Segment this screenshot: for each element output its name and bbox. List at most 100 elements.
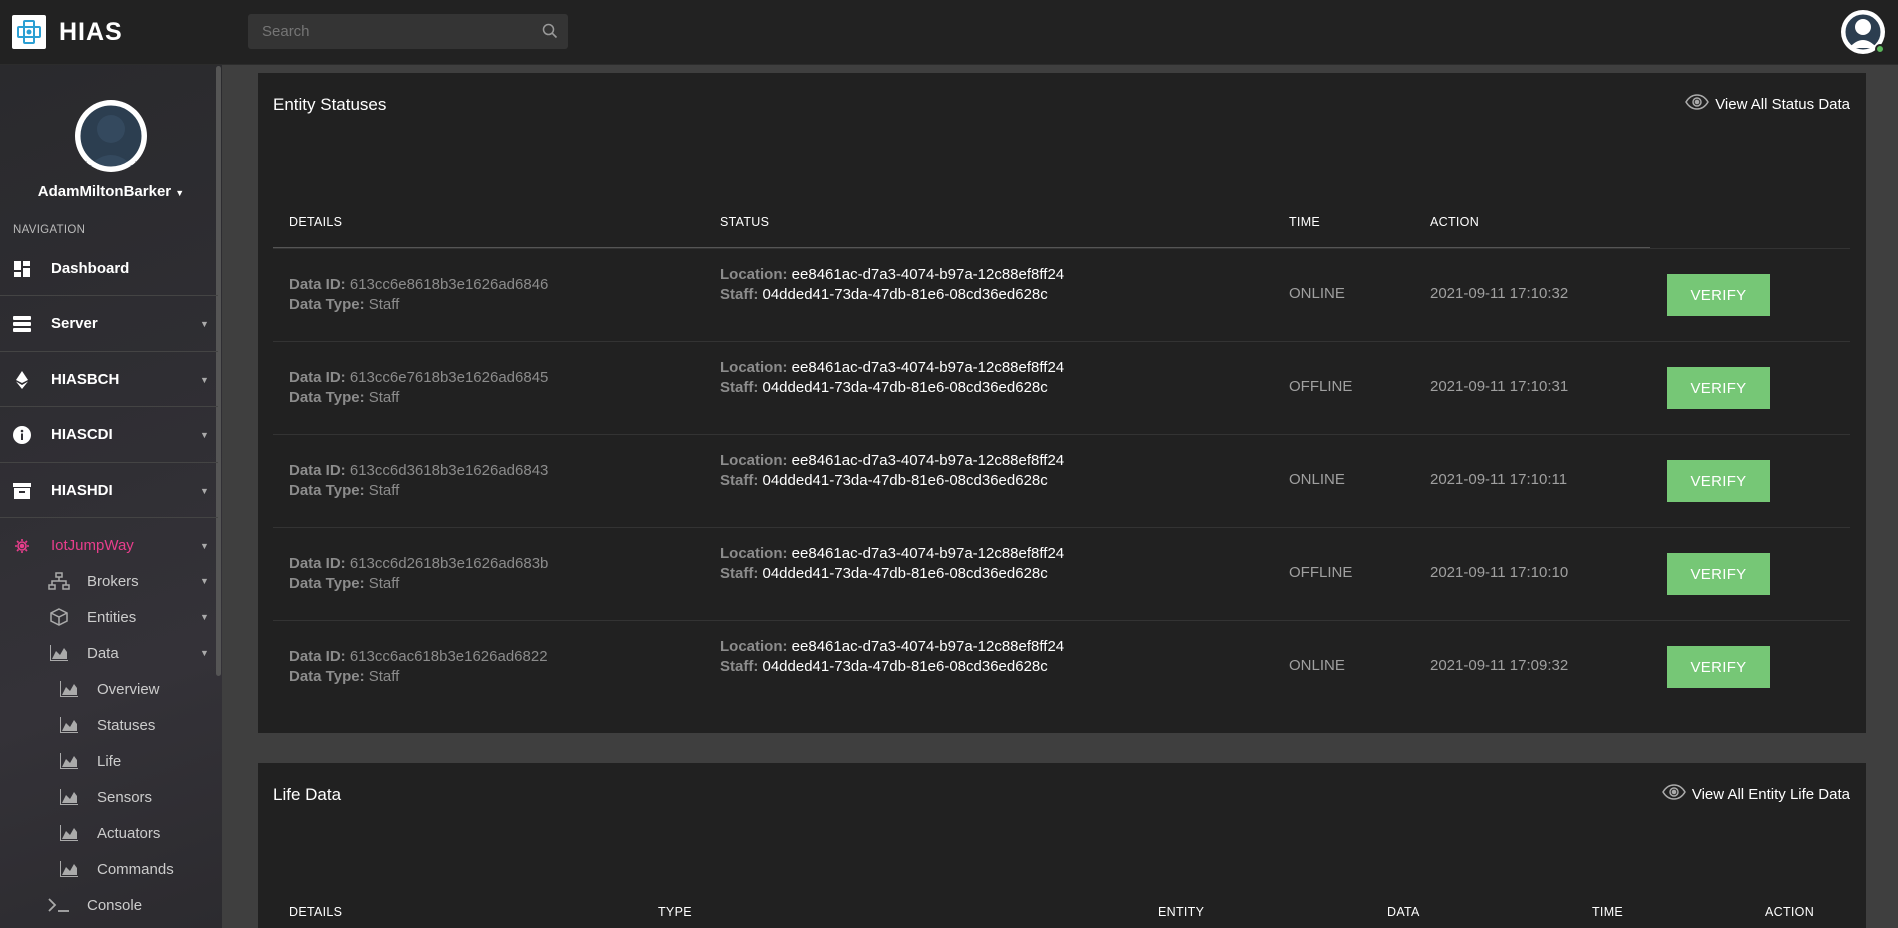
chevron-down-icon: ▼: [200, 648, 209, 658]
sidebar-subitem-sensors[interactable]: Sensors: [0, 779, 218, 815]
data-type-value: Staff: [368, 389, 400, 406]
sidebar-subitem-overview[interactable]: Overview: [0, 671, 218, 707]
eye-icon: [1661, 784, 1686, 804]
staff-value: 04dded41-73da-47db-81e6-08cd36ed628c: [762, 472, 1048, 489]
sidebar-item-label: IotJumpWay: [51, 537, 134, 554]
status-value: ONLINE: [1289, 285, 1345, 302]
view-all-status-label: View All Status Data: [1715, 95, 1850, 113]
data-id-label: Data ID:: [289, 462, 346, 479]
row-status-details: Location: ee8461ac-d7a3-4074-b97a-12c88e…: [720, 358, 1064, 398]
sidebar-subitem-life[interactable]: Life: [0, 743, 218, 779]
hias-logo[interactable]: [12, 15, 46, 49]
data-id-value: 613cc6e8618b3e1626ad6846: [349, 276, 549, 293]
verify-button[interactable]: VERIFY: [1667, 646, 1770, 688]
data-id-label: Data ID:: [289, 648, 346, 665]
column-header-time: TIME: [1289, 215, 1321, 229]
terminal-icon: [48, 896, 70, 914]
staff-value: 04dded41-73da-47db-81e6-08cd36ed628c: [762, 379, 1048, 396]
sitemap-icon: [48, 572, 70, 590]
sidebar-item-hiashdi[interactable]: HIASHDI ▼: [0, 463, 218, 518]
sidebar-subitem-console[interactable]: Console: [0, 887, 218, 923]
chip-icon: [12, 536, 32, 556]
column-header-status: STATUS: [720, 215, 770, 229]
chevron-down-icon: ▼: [200, 318, 209, 329]
verify-button[interactable]: VERIFY: [1667, 460, 1770, 502]
sidebar-subitem-data[interactable]: Data ▼: [0, 635, 218, 671]
view-all-life-label: View All Entity Life Data: [1691, 785, 1850, 803]
sidebar: AdamMiltonBarker ▼ NAVIGATION Dashboard …: [0, 65, 222, 928]
sidebar-item-hiascdi[interactable]: HIASCDI ▼: [0, 407, 218, 462]
location-value: ee8461ac-d7a3-4074-b97a-12c88ef8ff24: [791, 452, 1065, 469]
location-label: Location:: [720, 266, 788, 283]
data-type-value: Staff: [368, 668, 400, 685]
column-header-entity: ENTITY: [1158, 905, 1205, 919]
staff-value: 04dded41-73da-47db-81e6-08cd36ed628c: [762, 286, 1048, 303]
sidebar-subitem-entities[interactable]: Entities ▼: [0, 599, 218, 635]
view-all-life-link[interactable]: View All Entity Life Data: [1661, 784, 1850, 804]
row-details: Data ID: 613cc6d2618b3e1626ad683b Data T…: [289, 554, 548, 594]
staff-value: 04dded41-73da-47db-81e6-08cd36ed628c: [762, 565, 1048, 582]
sidebar-item-dashboard[interactable]: Dashboard: [0, 241, 218, 296]
sidebar-item-label: Console: [87, 896, 143, 914]
location-value: ee8461ac-d7a3-4074-b97a-12c88ef8ff24: [791, 359, 1065, 376]
panel-title: Life Data: [273, 785, 342, 804]
data-id-label: Data ID:: [289, 369, 346, 386]
column-header-type: TYPE: [658, 905, 692, 919]
view-all-status-link[interactable]: View All Status Data: [1685, 94, 1850, 114]
row-details: Data ID: 613cc6d3618b3e1626ad6843 Data T…: [289, 461, 548, 501]
data-type-value: Staff: [368, 482, 400, 499]
chevron-down-icon: ▼: [200, 540, 209, 551]
data-type-value: Staff: [368, 575, 400, 592]
brand-name[interactable]: HIAS: [59, 18, 123, 47]
sidebar-item-label: Actuators: [97, 824, 161, 842]
location-value: ee8461ac-d7a3-4074-b97a-12c88ef8ff24: [791, 266, 1065, 283]
sidebar-item-label: HIASCDI: [51, 426, 113, 443]
sidebar-item-hiasbch[interactable]: HIASBCH ▼: [0, 352, 218, 407]
profile-name-dropdown[interactable]: AdamMiltonBarker ▼: [0, 183, 222, 200]
verify-button[interactable]: VERIFY: [1667, 367, 1770, 409]
top-bar: HIAS: [0, 0, 1898, 65]
data-id-label: Data ID:: [289, 555, 346, 572]
staff-label: Staff:: [720, 658, 759, 675]
column-header-details: DETAILS: [289, 905, 343, 919]
table-row: Data ID: 613cc6ac618b3e1626ad6822 Data T…: [273, 620, 1850, 713]
search-input[interactable]: [262, 23, 522, 40]
sidebar-subitem-commands[interactable]: Commands: [0, 851, 218, 887]
sidebar-subitem-statuses[interactable]: Statuses: [0, 707, 218, 743]
sidebar-item-label: Sensors: [97, 788, 153, 806]
status-value: ONLINE: [1289, 657, 1345, 674]
sidebar-subitem-actuators[interactable]: Actuators: [0, 815, 218, 851]
verify-button[interactable]: VERIFY: [1667, 553, 1770, 595]
time-value: 2021-09-11 17:10:31: [1430, 378, 1569, 395]
profile-avatar[interactable]: [75, 100, 147, 172]
online-status-dot: [1875, 44, 1885, 54]
sidebar-item-label: Statuses: [97, 716, 156, 734]
verify-button[interactable]: VERIFY: [1667, 274, 1770, 316]
row-status-details: Location: ee8461ac-d7a3-4074-b97a-12c88e…: [720, 265, 1064, 305]
data-type-label: Data Type:: [289, 389, 365, 406]
location-value: ee8461ac-d7a3-4074-b97a-12c88ef8ff24: [791, 638, 1065, 655]
search-icon[interactable]: [542, 23, 558, 44]
data-id-value: 613cc6d3618b3e1626ad6843: [349, 462, 549, 479]
sidebar-item-server[interactable]: Server ▼: [0, 296, 218, 351]
data-type-label: Data Type:: [289, 296, 365, 313]
sidebar-subitem-brokers[interactable]: Brokers ▼: [0, 563, 218, 599]
panel-title: Entity Statuses: [273, 95, 387, 114]
location-value: ee8461ac-d7a3-4074-b97a-12c88ef8ff24: [791, 545, 1065, 562]
area-chart-icon: [58, 860, 80, 878]
area-chart-icon: [58, 824, 80, 842]
dashboard-icon: [12, 259, 32, 279]
area-chart-icon: [58, 788, 80, 806]
nav-heading: NAVIGATION: [13, 224, 86, 236]
entity-statuses-panel: Entity Statuses View All Status Data DET…: [258, 73, 1866, 733]
column-header-action: ACTION: [1765, 905, 1815, 919]
data-id-label: Data ID:: [289, 276, 346, 293]
sidebar-item-label: Life: [97, 752, 122, 770]
data-id-value: 613cc6d2618b3e1626ad683b: [349, 555, 549, 572]
life-data-panel: Life Data View All Entity Life Data DETA…: [258, 763, 1866, 928]
time-value: 2021-09-11 17:09:32: [1430, 657, 1569, 674]
table-row: Data ID: 613cc6e7618b3e1626ad6845 Data T…: [273, 341, 1850, 434]
logo-icon: [17, 20, 41, 44]
chevron-down-icon: ▼: [200, 612, 209, 622]
staff-label: Staff:: [720, 472, 759, 489]
